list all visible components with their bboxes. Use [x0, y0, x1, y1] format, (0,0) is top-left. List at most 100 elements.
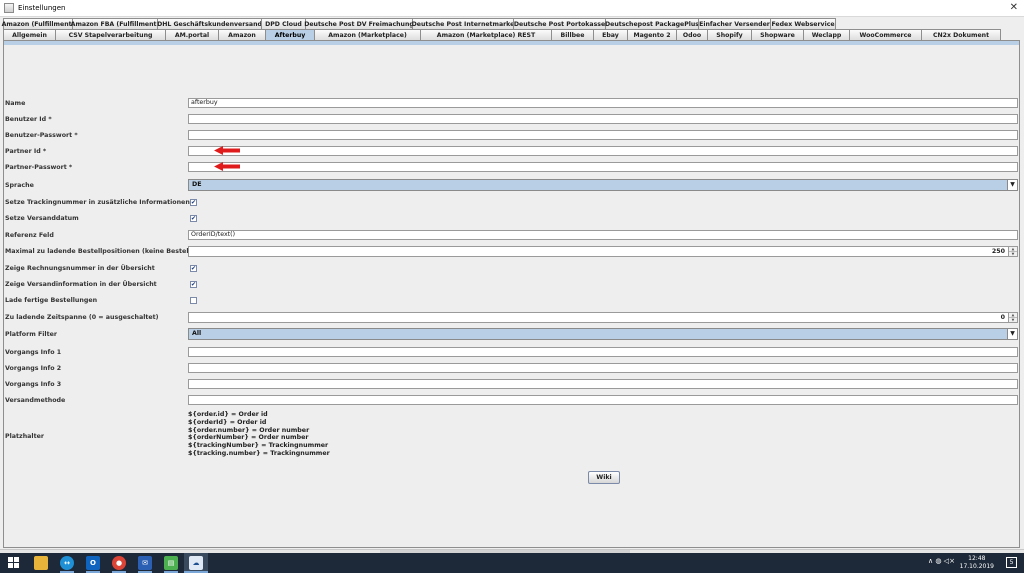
chevron-down-icon[interactable]: ▼	[1007, 180, 1017, 190]
zeige-versandinfo-checkbox[interactable]: ✔	[190, 281, 197, 288]
tab-csv-stapelverarbeitung[interactable]: CSV Stapelverarbeitung	[55, 29, 166, 40]
platzhalter-line: ${order.id} = Order id	[188, 411, 268, 418]
tab-shopware[interactable]: Shopware	[751, 29, 804, 40]
tab-amazon-marketplace-rest[interactable]: Amazon (Marketplace) REST	[420, 29, 552, 40]
tab-amazon[interactable]: Amazon	[218, 29, 266, 40]
clock-time: 12:48	[968, 555, 986, 562]
vorgangs-info-2-label: Vorgangs Info 2	[5, 365, 62, 372]
tab-dhl-geschäftskundenversand[interactable]: DHL Geschäftskundenversand	[157, 18, 262, 29]
tab-cn2x-dokument[interactable]: CN2x Dokument	[921, 29, 1001, 40]
zeitspanne-spinner[interactable]: 0 ▲ ▼	[188, 312, 1018, 323]
tab-amazon-fulfillment[interactable]: Amazon (Fulfillment)	[2, 18, 74, 29]
lade-fertige-checkbox[interactable]	[190, 297, 197, 304]
name-field[interactable]: afterbuy	[188, 98, 1018, 108]
tab-odoo[interactable]: Odoo	[676, 29, 708, 40]
spinner-buttons[interactable]: ▲ ▼	[1008, 313, 1017, 322]
partner-passwort-field[interactable]	[188, 162, 1018, 172]
tab-dpd-cloud[interactable]: DPD Cloud	[261, 18, 306, 29]
vorgangs-info-3-label: Vorgangs Info 3	[5, 381, 62, 388]
tab-ebay[interactable]: Ebay	[593, 29, 628, 40]
tab-woocommerce[interactable]: WooCommerce	[849, 29, 922, 40]
benutzer-id-field[interactable]	[188, 114, 1018, 124]
benutzer-passwort-field[interactable]	[188, 130, 1018, 140]
tab-magento-2[interactable]: Magento 2	[627, 29, 677, 40]
lade-fertige-label: Lade fertige Bestellungen	[5, 297, 98, 304]
setze-versanddatum-checkbox[interactable]: ✔	[190, 215, 197, 222]
vorgangs-info-1-field[interactable]	[188, 347, 1018, 357]
tab-amazon-fba-fulfillment[interactable]: Amazon FBA (Fulfillment)	[71, 18, 159, 29]
name-label: Name	[5, 100, 26, 107]
zeige-versandinfo-label: Zeige Versandinformation in der Übersich…	[5, 281, 157, 288]
sprache-label: Sprache	[5, 182, 34, 189]
versandmethode-label: Versandmethode	[5, 397, 66, 404]
vorgangs-info-1-label: Vorgangs Info 1	[5, 349, 62, 356]
spinner-buttons[interactable]: ▲ ▼	[1008, 247, 1017, 256]
spin-down-icon[interactable]: ▼	[1009, 252, 1017, 256]
window-title-bar: Einstellungen ✕	[0, 0, 1024, 17]
zeige-rechnungsnummer-label: Zeige Rechnungsnummer in der Übersicht	[5, 265, 155, 272]
zeige-rechnungsnummer-checkbox[interactable]: ✔	[190, 265, 197, 272]
app-icon	[4, 3, 14, 13]
versandmethode-field[interactable]	[188, 395, 1018, 405]
referenz-feld-label: Referenz Feld	[5, 232, 54, 239]
windows-start-icon[interactable]	[8, 557, 20, 569]
zeitspanne-label: Zu ladende Zeitspanne (0 = ausgeschaltet…	[5, 314, 159, 321]
teamviewer-icon[interactable]: ↔	[60, 556, 74, 570]
max-positionen-value: 250	[991, 248, 1005, 255]
partner-id-field[interactable]	[188, 146, 1018, 156]
tab-deutsche-post-portokasse[interactable]: Deutsche Post Portokasse	[513, 18, 606, 29]
tab-deutsche-post-internetmarke[interactable]: Deutsche Post Internetmarke	[412, 18, 514, 29]
file-explorer-icon[interactable]	[34, 556, 48, 570]
tab-billbee[interactable]: Billbee	[551, 29, 594, 40]
tab-shopify[interactable]: Shopify	[707, 29, 752, 40]
platzhalter-line: ${order.number} = Order number	[188, 426, 310, 434]
platzhalter-list: ${order.id} = Order id ${orderId} = Orde…	[188, 411, 330, 458]
platform-filter-value: All	[192, 330, 202, 337]
partner-passwort-label: Partner-Passwort *	[5, 164, 73, 171]
wiki-button[interactable]: Wiki	[588, 471, 620, 484]
partner-id-label: Partner Id *	[5, 148, 47, 155]
window-title: Einstellungen	[18, 4, 66, 12]
setze-tracking-checkbox[interactable]: ✔	[190, 199, 197, 206]
tab-deutsche-post-dv-freimachung[interactable]: Deutsche Post DV Freimachung	[304, 18, 414, 29]
sprache-dropdown[interactable]: DE ▼	[188, 179, 1018, 191]
tab-am-portal[interactable]: AM.portal	[165, 29, 219, 40]
close-icon[interactable]: ✕	[1010, 2, 1018, 14]
chrome-icon[interactable]: ●	[112, 556, 126, 570]
document-app-icon[interactable]: ▤	[164, 556, 178, 570]
mail-app-icon[interactable]: ✉	[138, 556, 152, 570]
referenz-feld-field[interactable]: OrderID/text()	[188, 230, 1018, 240]
tab-panel-strip	[4, 41, 1019, 45]
platzhalter-label: Platzhalter	[5, 433, 44, 440]
annotation-arrow-icon	[214, 146, 240, 155]
vorgangs-info-3-field[interactable]	[188, 379, 1018, 389]
chevron-down-icon[interactable]: ▼	[1007, 329, 1017, 339]
vorgangs-info-2-field[interactable]	[188, 363, 1018, 373]
tab-afterbuy[interactable]: Afterbuy	[265, 29, 315, 40]
platzhalter-line: ${orderId} = Order id	[188, 418, 267, 426]
setze-versanddatum-label: Setze Versanddatum	[5, 215, 79, 222]
platform-filter-dropdown[interactable]: All ▼	[188, 328, 1018, 340]
platform-filter-label: Platform Filter	[5, 331, 57, 338]
taskbar-clock[interactable]: 12:48 17.10.2019	[960, 555, 994, 571]
tab-einfacher-versender[interactable]: Einfacher Versender	[698, 18, 771, 29]
sprache-value: DE	[192, 181, 202, 188]
max-positionen-spinner[interactable]: 250 ▲ ▼	[188, 246, 1018, 257]
tab-weclapp[interactable]: Weclapp	[803, 29, 850, 40]
max-positionen-label: Maximal zu ladende Bestellpositionen (ke…	[5, 248, 216, 255]
outlook-icon[interactable]: O	[86, 556, 100, 570]
tab-allgemein[interactable]: Allgemein	[3, 29, 56, 40]
clock-date: 17.10.2019	[959, 563, 994, 570]
tab-fedex-webservice[interactable]: Fedex Webservice	[770, 18, 836, 29]
benutzer-id-label: Benutzer Id *	[5, 116, 52, 123]
tab-deutschepost-packageplus[interactable]: Deutschepost PackagePlus	[605, 18, 699, 29]
tab-amazon-marketplace[interactable]: Amazon (Marketplace)	[314, 29, 421, 40]
system-tray-icons[interactable]: ∧ ◍ ◁×	[928, 557, 955, 565]
platzhalter-line: ${orderNumber} = Order number	[188, 434, 309, 442]
notification-icon[interactable]: 5	[1006, 557, 1017, 568]
benutzer-passwort-label: Benutzer-Passwort *	[5, 132, 78, 139]
taskbar: ↔ O ● ✉ ▤ ☁ ∧ ◍ ◁× 12:48 17.10.2019 5	[0, 553, 1024, 573]
spin-down-icon[interactable]: ▼	[1009, 318, 1017, 322]
java-app-icon[interactable]: ☁	[189, 556, 203, 570]
tab-row-bottom: Allgemein CSV Stapelverarbeitung AM.portal…	[3, 29, 1020, 40]
